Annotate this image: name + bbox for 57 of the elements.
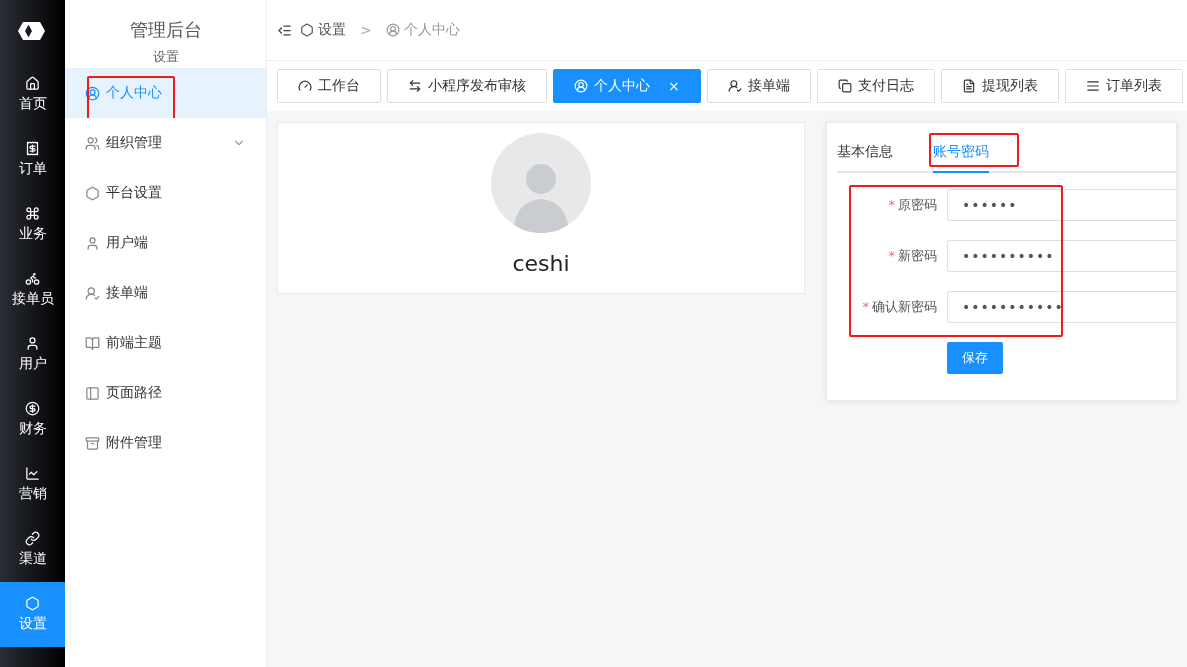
tab-icon	[837, 79, 852, 93]
nav-rail-item[interactable]: 渠道	[0, 517, 65, 582]
tab-icon	[1085, 79, 1100, 93]
nav-icon	[25, 596, 40, 611]
nav-icon	[25, 76, 40, 91]
nav-icon	[25, 531, 40, 546]
field-label: 确认新密码	[872, 299, 937, 314]
page-tab[interactable]: 接单端	[706, 69, 811, 103]
password-field[interactable]: •••••••••••	[947, 291, 1176, 323]
nav-rail-item[interactable]: 业务	[0, 192, 65, 257]
page-tab[interactable]: 工作台	[277, 69, 381, 103]
username: ceshi	[512, 251, 570, 276]
breadcrumb-separator: >	[360, 22, 372, 38]
nav-rail-item[interactable]: 营销	[0, 452, 65, 517]
page-tab[interactable]: 支付日志	[816, 69, 935, 103]
menu-icon	[85, 185, 100, 201]
nav-icon	[25, 141, 40, 156]
nav-rail-item[interactable]: 首页	[0, 62, 65, 127]
nav-icon	[25, 466, 40, 481]
password-field[interactable]: ••••••••••	[947, 240, 1176, 272]
menu-icon	[85, 335, 100, 351]
field-label: 原密码	[898, 197, 937, 212]
tab-icon	[574, 79, 588, 93]
page-tab[interactable]: 提现列表	[940, 69, 1059, 103]
tab-icon	[298, 79, 312, 93]
breadcrumb-icon	[300, 23, 314, 37]
sidebar-section-title: 设置	[151, 48, 180, 66]
menu-icon	[85, 385, 100, 401]
account-tab[interactable]: 基本信息	[837, 143, 893, 173]
nav-icon	[25, 336, 40, 351]
menu-icon	[85, 285, 100, 301]
password-field[interactable]: ••••••	[947, 189, 1176, 221]
required-mark: *	[862, 299, 869, 314]
menu-icon	[85, 135, 100, 151]
collapse-icon	[277, 22, 292, 38]
nav-rail-item[interactable]: 财务	[0, 387, 65, 452]
menu-icon	[85, 435, 100, 451]
menu-icon	[85, 235, 100, 251]
menu-icon	[85, 85, 100, 101]
logo-icon	[17, 22, 48, 40]
nav-icon	[25, 401, 40, 416]
sidebar-title: 管理后台	[128, 18, 203, 42]
tab-icon	[408, 79, 422, 93]
nav-rail-item[interactable]: 用户	[0, 322, 65, 387]
breadcrumb-item[interactable]: 设置	[300, 21, 346, 39]
field-label: 新密码	[898, 248, 937, 263]
nav-icon	[25, 271, 40, 286]
tab-icon	[961, 79, 976, 93]
page-tab[interactable]: 小程序发布审核	[387, 69, 547, 103]
required-mark: *	[888, 248, 895, 263]
nav-rail-item[interactable]: 接单员	[0, 257, 65, 322]
tab-icon	[727, 79, 742, 93]
required-mark: *	[888, 197, 895, 212]
page-tab[interactable]: 订单列表	[1064, 69, 1183, 103]
breadcrumb-icon	[385, 23, 400, 37]
nav-icon	[25, 206, 40, 221]
nav-rail-item[interactable]: 订单	[0, 127, 65, 192]
